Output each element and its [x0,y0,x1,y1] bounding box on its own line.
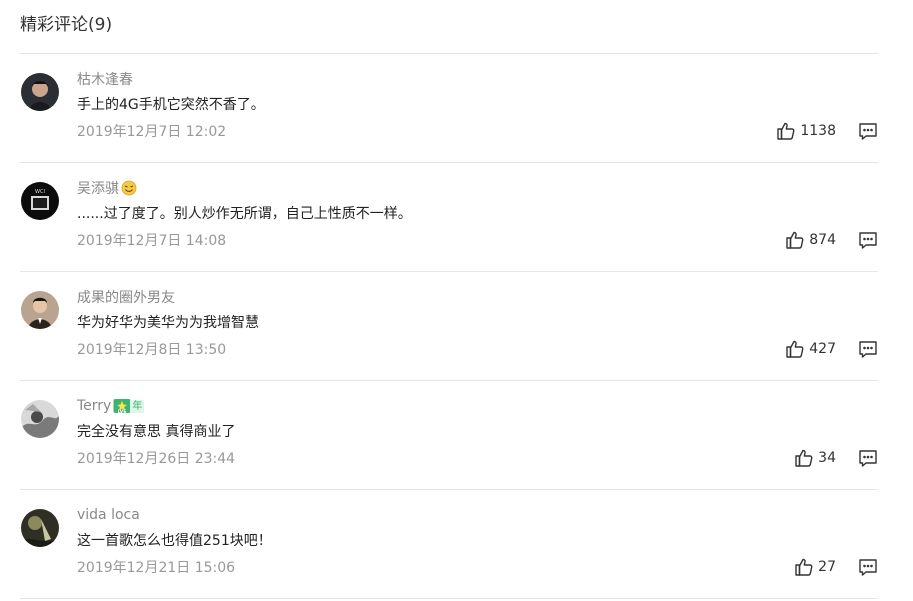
comment-item: Terry LV6 年 完全没有意思 真得商业了 2019年12月26日 23:… [20,381,878,490]
avatar[interactable] [21,73,59,111]
like-count: 27 [818,559,836,575]
svg-text:LV6: LV6 [118,409,127,414]
comment-time: 2019年12月7日 14:08 [77,233,227,249]
comment-icon [858,121,878,141]
comment-text: 华为好华为美华为为我增智慧 [77,315,259,331]
username[interactable]: Terry [77,398,111,414]
reply-button[interactable] [858,230,878,250]
avatar[interactable] [21,291,59,329]
username-row: Terry LV6 年 [77,396,145,416]
username[interactable]: 枯木逢春 [77,69,133,89]
thumbs-up-icon [785,230,805,250]
like-button[interactable]: 27 [794,556,836,578]
comment-item: 枯木逢春 手上的4G手机它突然不香了。 2019年12月7日 12:02 113… [20,54,878,163]
like-button[interactable]: 874 [785,229,836,251]
comment-text: 这一首歌怎么也得值251块吧！ [77,533,272,549]
username-row: 枯木逢春 [77,69,133,89]
avatar[interactable]: WCI [21,182,59,220]
like-count: 34 [818,450,836,466]
vip-level-badge-icon: LV6 年 [113,398,145,414]
username-row: 吴添骐 [77,178,137,198]
divider [20,598,878,599]
comment-time: 2019年12月8日 13:50 [77,342,227,358]
comment-item: vida loca 这一首歌怎么也得值251块吧！ 2019年12月21日 15… [20,490,878,599]
comment-time: 2019年12月21日 15:06 [77,560,236,576]
username[interactable]: 吴添骐 [77,178,119,198]
username-row: 成果的圈外男友 [77,287,175,307]
comment-item: WCI 吴添骐 ......过了度了。别人炒作无所谓，自己上性质不一样。 201… [20,163,878,272]
username-row: vida loca [77,505,140,525]
comment-time: 2019年12月7日 12:02 [77,124,227,140]
svg-text:WCI: WCI [35,189,45,195]
avatar[interactable] [21,509,59,547]
reply-button[interactable] [858,121,878,141]
like-count: 1138 [800,123,836,139]
like-button[interactable]: 34 [794,447,836,469]
comment-icon [858,230,878,250]
like-count: 874 [809,232,836,248]
emoji-face-icon [121,180,137,196]
like-count: 427 [809,341,836,357]
thumbs-up-icon [785,339,805,359]
username[interactable]: vida loca [77,507,140,523]
thumbs-up-icon [794,557,814,577]
like-button[interactable]: 427 [785,338,836,360]
thumbs-up-icon [776,121,796,141]
vip-badge-text: 年 [130,399,145,413]
avatar[interactable] [21,400,59,438]
comment-item: 成果的圈外男友 华为好华为美华为为我增智慧 2019年12月8日 13:50 4… [20,272,878,381]
comment-icon [858,557,878,577]
comment-text: ......过了度了。别人炒作无所谓，自己上性质不一样。 [77,206,412,222]
reply-button[interactable] [858,557,878,577]
comment-text: 手上的4G手机它突然不香了。 [77,97,265,113]
reply-button[interactable] [858,448,878,468]
comment-time: 2019年12月26日 23:44 [77,451,236,467]
comment-icon [858,339,878,359]
like-button[interactable]: 1138 [776,120,836,142]
reply-button[interactable] [858,339,878,359]
username[interactable]: 成果的圈外男友 [77,287,175,307]
comment-text: 完全没有意思 真得商业了 [77,424,236,440]
thumbs-up-icon [794,448,814,468]
comment-icon [858,448,878,468]
section-title: 精彩评论(9) [20,15,113,35]
